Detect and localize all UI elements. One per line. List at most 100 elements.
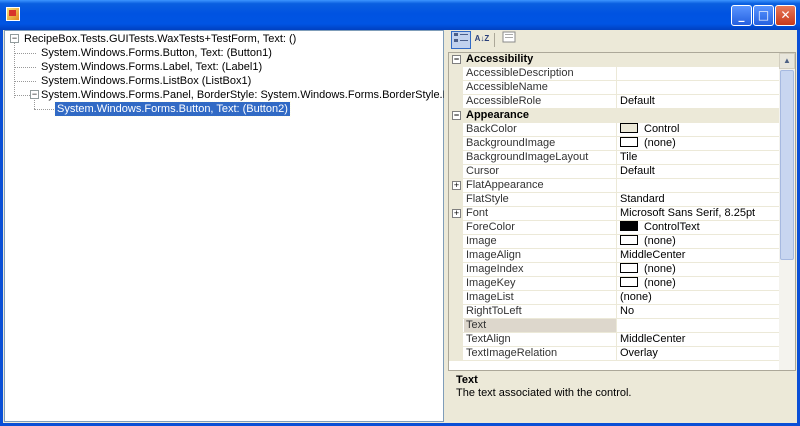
property-value[interactable]: Control bbox=[620, 123, 780, 136]
maximize-button[interactable]: □ bbox=[753, 5, 774, 26]
property-grid: A↓Z − Accessibility AccessibleDescriptio… bbox=[448, 30, 796, 422]
scrollbar-thumb[interactable] bbox=[780, 70, 794, 260]
property-value[interactable]: MiddleCenter bbox=[620, 333, 780, 346]
property-row[interactable]: ForeColor ControlText bbox=[449, 221, 780, 235]
property-name: ForeColor bbox=[466, 221, 515, 233]
property-value-text: ControlText bbox=[644, 221, 700, 233]
close-button[interactable]: ✕ bbox=[775, 5, 796, 26]
row-gutter bbox=[449, 291, 463, 305]
row-gutter bbox=[449, 235, 463, 249]
tree-node-button1[interactable]: System.Windows.Forms.Button, Text: (Butt… bbox=[39, 46, 274, 60]
column-divider bbox=[616, 67, 617, 81]
image-swatch bbox=[620, 235, 638, 245]
title-bar[interactable]: _ □ ✕ bbox=[0, 0, 800, 30]
category-accessibility[interactable]: − Accessibility bbox=[449, 53, 780, 67]
property-row[interactable]: + FlatAppearance bbox=[449, 179, 780, 193]
tree-connector bbox=[14, 53, 36, 54]
property-row[interactable]: ImageAlign MiddleCenter bbox=[449, 249, 780, 263]
property-expand-toggle[interactable]: + bbox=[452, 181, 461, 190]
property-name: ImageIndex bbox=[466, 263, 524, 275]
tree-node-button2[interactable]: System.Windows.Forms.Button, Text: (Butt… bbox=[54, 101, 291, 117]
control-tree-view[interactable]: − RecipeBox.Tests.GUITests.WaxTests+Test… bbox=[4, 30, 514, 422]
row-gutter bbox=[449, 319, 463, 333]
property-value[interactable]: Default bbox=[620, 95, 780, 108]
property-value[interactable]: ControlText bbox=[620, 221, 780, 234]
property-row[interactable]: BackgroundImageLayout Tile bbox=[449, 151, 780, 165]
property-value[interactable]: Microsoft Sans Serif, 8.25pt bbox=[620, 207, 780, 220]
app-window: _ □ ✕ − RecipeBox.Tests.GUITests.WaxTest… bbox=[0, 0, 800, 426]
property-name: Image bbox=[466, 235, 497, 247]
property-row[interactable]: AccessibleName bbox=[449, 81, 780, 95]
property-value[interactable]: (none) bbox=[620, 235, 780, 248]
tree-collapse-toggle[interactable]: − bbox=[10, 34, 19, 43]
vertical-scrollbar[interactable]: ▲ ▼ bbox=[779, 53, 795, 397]
property-row[interactable]: RightToLeft No bbox=[449, 305, 780, 319]
tree-node-test-form[interactable]: RecipeBox.Tests.GUITests.WaxTests+TestFo… bbox=[22, 32, 298, 46]
property-expand-toggle[interactable]: + bbox=[452, 209, 461, 218]
category-collapse-toggle[interactable]: − bbox=[452, 55, 461, 64]
tree-collapse-toggle[interactable]: − bbox=[30, 90, 39, 99]
property-name: FlatStyle bbox=[466, 193, 509, 205]
property-list[interactable]: − Accessibility AccessibleDescription Ac… bbox=[448, 52, 796, 398]
property-value[interactable]: Overlay bbox=[620, 347, 780, 360]
property-value-input[interactable] bbox=[620, 319, 780, 332]
property-value-text: (none) bbox=[644, 263, 676, 275]
property-row[interactable]: AccessibleRole Default bbox=[449, 95, 780, 109]
property-row[interactable]: ImageKey (none) bbox=[449, 277, 780, 291]
property-row-selected[interactable]: Text bbox=[449, 319, 780, 333]
tree-connector bbox=[14, 67, 36, 68]
property-value[interactable]: (none) bbox=[620, 137, 780, 150]
property-row[interactable]: TextImageRelation Overlay bbox=[449, 347, 780, 361]
property-name: AccessibleName bbox=[466, 81, 548, 93]
property-value[interactable] bbox=[620, 179, 780, 192]
property-row[interactable]: FlatStyle Standard bbox=[449, 193, 780, 207]
row-gutter bbox=[449, 137, 463, 151]
row-gutter bbox=[449, 221, 463, 235]
column-divider bbox=[616, 179, 617, 193]
image-swatch bbox=[620, 277, 638, 287]
property-name: Font bbox=[466, 207, 489, 219]
property-row[interactable]: + Font Microsoft Sans Serif, 8.25pt bbox=[449, 207, 780, 221]
property-value[interactable]: Standard bbox=[620, 193, 780, 206]
property-row[interactable]: BackColor Control bbox=[449, 123, 780, 137]
categorized-view-button[interactable] bbox=[451, 31, 471, 49]
help-description: The text associated with the control. bbox=[456, 387, 632, 399]
property-row[interactable]: Image (none) bbox=[449, 235, 780, 249]
property-pages-button[interactable] bbox=[499, 31, 519, 49]
property-row[interactable]: ImageList (none) bbox=[449, 291, 780, 305]
property-value[interactable]: No bbox=[620, 305, 780, 318]
help-title: Text bbox=[456, 374, 478, 386]
property-value[interactable]: (none) bbox=[620, 277, 780, 290]
category-collapse-toggle[interactable]: − bbox=[452, 111, 461, 120]
property-row[interactable]: BackgroundImage (none) bbox=[449, 137, 780, 151]
property-name: BackgroundImageLayout bbox=[466, 151, 589, 163]
column-divider bbox=[616, 319, 617, 333]
property-name: Text bbox=[464, 319, 616, 332]
property-value[interactable] bbox=[620, 81, 780, 94]
minimize-button[interactable]: _ bbox=[731, 5, 752, 26]
property-value[interactable]: MiddleCenter bbox=[620, 249, 780, 262]
tree-node-label1[interactable]: System.Windows.Forms.Label, Text: (Label… bbox=[39, 60, 264, 74]
property-value[interactable]: (none) bbox=[620, 291, 780, 304]
app-icon[interactable] bbox=[6, 7, 20, 21]
column-divider bbox=[616, 123, 617, 137]
property-row[interactable]: TextAlign MiddleCenter bbox=[449, 333, 780, 347]
property-row[interactable]: AccessibleDescription bbox=[449, 67, 780, 81]
property-name: TextImageRelation bbox=[466, 347, 558, 359]
property-name: ImageAlign bbox=[466, 249, 522, 261]
category-label: Accessibility bbox=[466, 53, 534, 65]
property-row[interactable]: Cursor Default bbox=[449, 165, 780, 179]
property-value[interactable] bbox=[620, 67, 780, 80]
scroll-up-button[interactable]: ▲ bbox=[779, 53, 795, 69]
alphabetical-icon: A↓Z bbox=[474, 34, 490, 43]
property-row[interactable]: ImageIndex (none) bbox=[449, 263, 780, 277]
row-gutter bbox=[449, 277, 463, 291]
row-gutter bbox=[449, 123, 463, 137]
property-value[interactable]: Tile bbox=[620, 151, 780, 164]
category-appearance[interactable]: − Appearance bbox=[449, 109, 780, 123]
tree-node-listbox1[interactable]: System.Windows.Forms.ListBox (ListBox1) bbox=[39, 74, 253, 88]
alphabetical-view-button[interactable]: A↓Z bbox=[472, 31, 492, 49]
row-gutter bbox=[449, 95, 463, 109]
property-value[interactable]: Default bbox=[620, 165, 780, 178]
property-value[interactable]: (none) bbox=[620, 263, 780, 276]
